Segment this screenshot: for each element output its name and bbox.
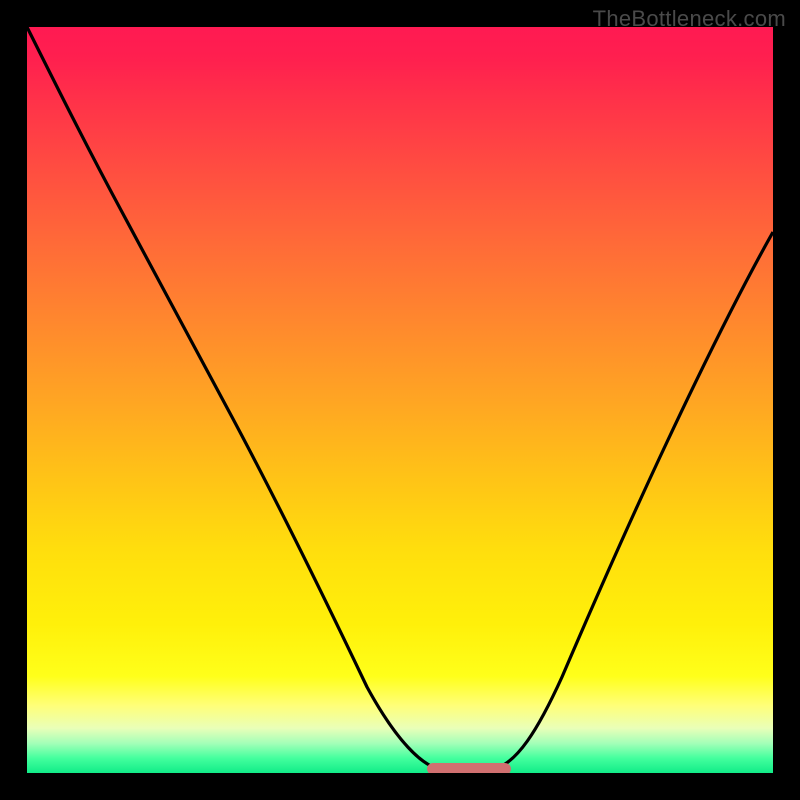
chart-frame: TheBottleneck.com: [0, 0, 800, 800]
plot-area: [27, 27, 773, 773]
minimum-marker: [427, 763, 511, 773]
curve-right-branch: [495, 232, 773, 769]
bottleneck-curve: [27, 27, 773, 773]
curve-left-branch: [27, 27, 439, 769]
